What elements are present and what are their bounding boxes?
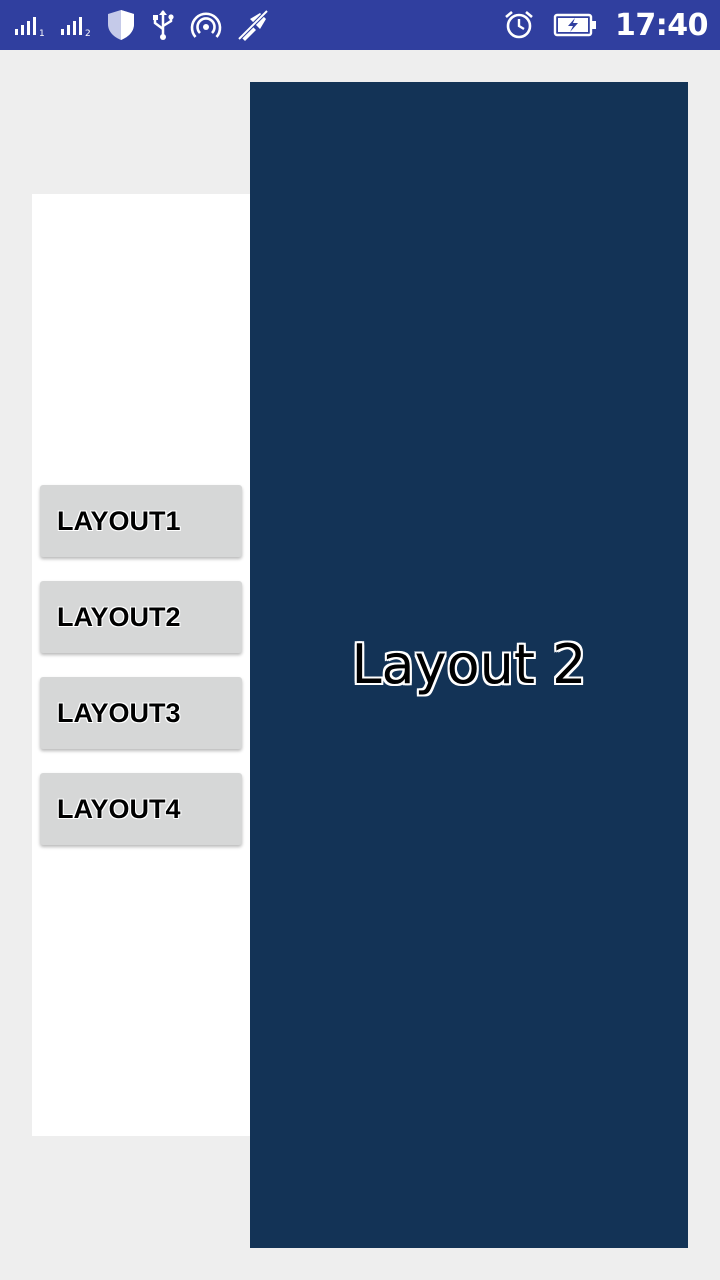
battery-charging-icon (553, 13, 596, 37)
usb-icon (153, 10, 174, 40)
layout-content-panel: Layout 2 (250, 82, 688, 1248)
no-location-icon (237, 9, 269, 41)
layout2-button[interactable]: LAYOUT2 (40, 581, 242, 653)
side-menu-panel (32, 194, 262, 1136)
status-icons-right: 17:40 (503, 7, 709, 43)
layout4-button[interactable]: LAYOUT4 (40, 773, 242, 845)
signal-sim1-icon: 1 (15, 17, 45, 37)
status-time: 17:40 (615, 7, 709, 43)
svg-text:1: 1 (39, 29, 45, 37)
hotspot-icon (190, 12, 222, 38)
layout-title: Layout 2 (351, 633, 587, 696)
signal-sim2-icon: 2 (61, 17, 91, 37)
alarm-icon (505, 11, 533, 39)
status-icons-left: 1 2 (14, 8, 270, 42)
layout1-button[interactable]: LAYOUT1 (40, 485, 242, 557)
shield-icon (108, 10, 134, 40)
svg-text:2: 2 (85, 29, 91, 37)
layout3-button[interactable]: LAYOUT3 (40, 677, 242, 749)
status-bar: 1 2 17:40 (0, 0, 720, 50)
